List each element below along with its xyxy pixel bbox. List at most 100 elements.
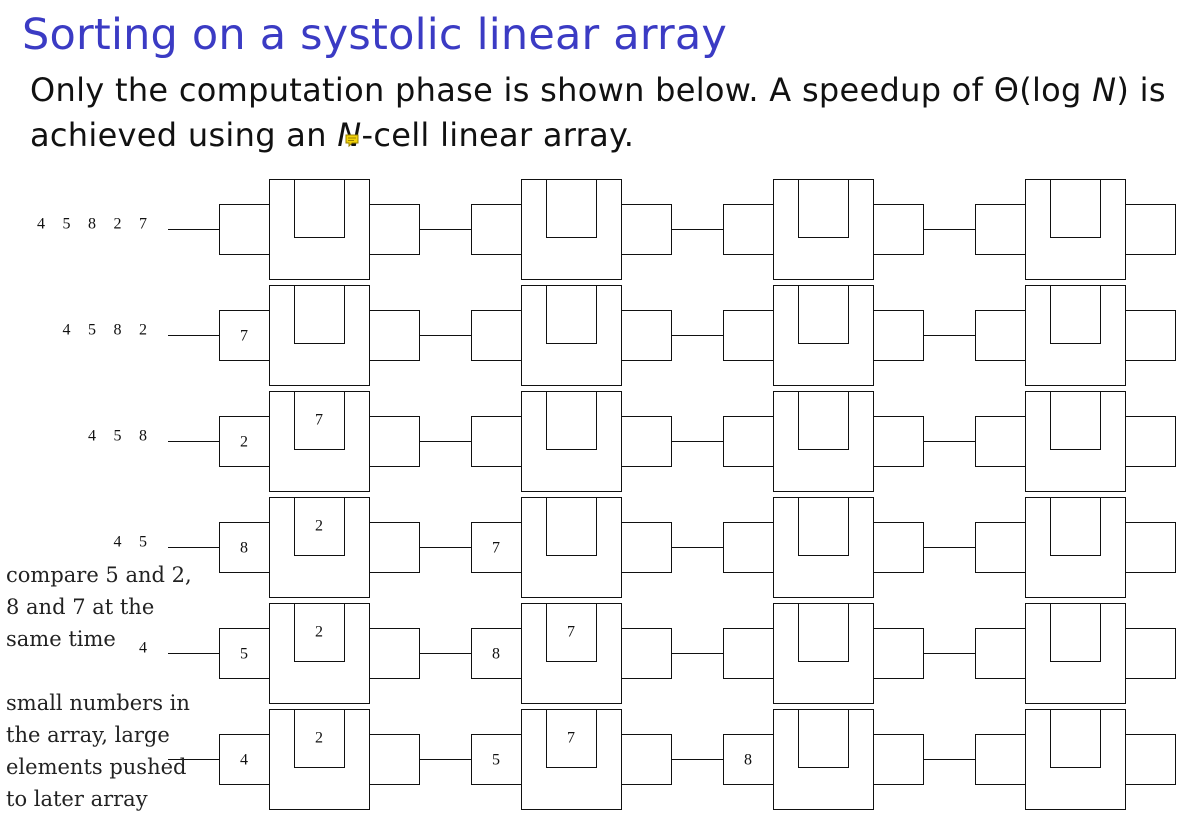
cell-right-register [369, 734, 420, 785]
processing-cell [773, 285, 874, 386]
annotation-small-line: small numbers in [6, 691, 190, 715]
input-number: 8 [114, 322, 122, 339]
cell-right-register [873, 628, 924, 679]
cell-top-register [1050, 179, 1101, 238]
left-register-value: 2 [240, 434, 248, 451]
processing-cell [521, 497, 622, 598]
processing-cell [773, 603, 874, 704]
processing-cell [521, 603, 622, 704]
cell-right-register [873, 522, 924, 573]
cell-left-register [723, 310, 774, 361]
cell-top-register [798, 709, 849, 768]
processing-cell [773, 391, 874, 492]
input-number: 4 [63, 322, 71, 339]
processing-cell [269, 391, 370, 492]
top-register-value: 2 [315, 730, 323, 747]
cell-right-register [369, 204, 420, 255]
input-number: 8 [139, 428, 147, 445]
cell-right-register [369, 310, 420, 361]
processing-cell [269, 497, 370, 598]
cell-left-register [471, 204, 522, 255]
cell-right-register [369, 416, 420, 467]
annotation-compare-line: compare 5 and 2, [6, 563, 192, 587]
cell-right-register [1125, 734, 1176, 785]
annotation-compare: compare 5 and 2, 8 and 7 at the same time [6, 559, 192, 655]
cell-left-register [975, 416, 1026, 467]
processing-cell [1025, 709, 1126, 810]
processing-cell [773, 709, 874, 810]
processing-cell [269, 179, 370, 280]
left-register-value: 8 [492, 646, 500, 663]
cell-top-register [546, 391, 597, 450]
processing-cell [773, 179, 874, 280]
input-number: 2 [139, 322, 147, 339]
annotation-small-line: the array, large [6, 723, 170, 747]
annotation-compare-line: same time [6, 627, 116, 651]
cell-top-register [546, 497, 597, 556]
cell-top-register [798, 391, 849, 450]
cell-top-register [798, 497, 849, 556]
left-register-value: 5 [240, 646, 248, 663]
left-register-value: 4 [240, 752, 248, 769]
cell-top-register [798, 603, 849, 662]
left-register-value: 5 [492, 752, 500, 769]
cell-left-register [975, 628, 1026, 679]
cell-left-register [975, 204, 1026, 255]
input-number: 5 [63, 216, 71, 233]
cell-left-register [471, 310, 522, 361]
cell-right-register [873, 734, 924, 785]
processing-cell [521, 709, 622, 810]
input-number: 4 [114, 534, 122, 551]
processing-cell [1025, 285, 1126, 386]
cell-right-register [621, 628, 672, 679]
cell-top-register [1050, 285, 1101, 344]
annotation-compare-line: 8 and 7 at the [6, 595, 155, 619]
left-register-value: 7 [492, 540, 500, 557]
cell-left-register [219, 204, 270, 255]
cell-left-register [975, 310, 1026, 361]
cell-top-register [798, 285, 849, 344]
left-register-value: 8 [240, 540, 248, 557]
cell-right-register [873, 310, 924, 361]
processing-cell [521, 179, 622, 280]
cell-top-register [546, 285, 597, 344]
cell-right-register [873, 416, 924, 467]
cell-right-register [621, 310, 672, 361]
cell-top-register [546, 179, 597, 238]
input-number: 4 [37, 216, 45, 233]
cell-left-register [723, 628, 774, 679]
cell-left-register [723, 522, 774, 573]
processing-cell [1025, 391, 1126, 492]
cell-top-register [1050, 497, 1101, 556]
cell-right-register [621, 204, 672, 255]
cell-top-register [1050, 709, 1101, 768]
cell-right-register [873, 204, 924, 255]
processing-cell [521, 391, 622, 492]
input-number: 5 [139, 534, 147, 551]
cell-top-register [798, 179, 849, 238]
cell-left-register [471, 416, 522, 467]
cell-left-register [723, 416, 774, 467]
top-register-value: 7 [567, 624, 575, 641]
processing-cell [269, 285, 370, 386]
cell-top-register [1050, 603, 1101, 662]
processing-cell [1025, 179, 1126, 280]
cell-left-register [975, 734, 1026, 785]
cell-top-register [1050, 391, 1101, 450]
cell-right-register [621, 416, 672, 467]
annotation-small-line: elements pushed [6, 755, 187, 779]
input-number: 8 [88, 216, 96, 233]
cell-right-register [1125, 628, 1176, 679]
processing-cell [1025, 603, 1126, 704]
processing-cell [269, 709, 370, 810]
cell-right-register [1125, 522, 1176, 573]
cell-top-register [294, 179, 345, 238]
input-number: 4 [88, 428, 96, 445]
left-register-value: 7 [240, 328, 248, 345]
cell-right-register [1125, 204, 1176, 255]
input-number: 7 [139, 216, 147, 233]
processing-cell [773, 497, 874, 598]
cell-right-register [1125, 416, 1176, 467]
processing-cell [269, 603, 370, 704]
cell-left-register [975, 522, 1026, 573]
